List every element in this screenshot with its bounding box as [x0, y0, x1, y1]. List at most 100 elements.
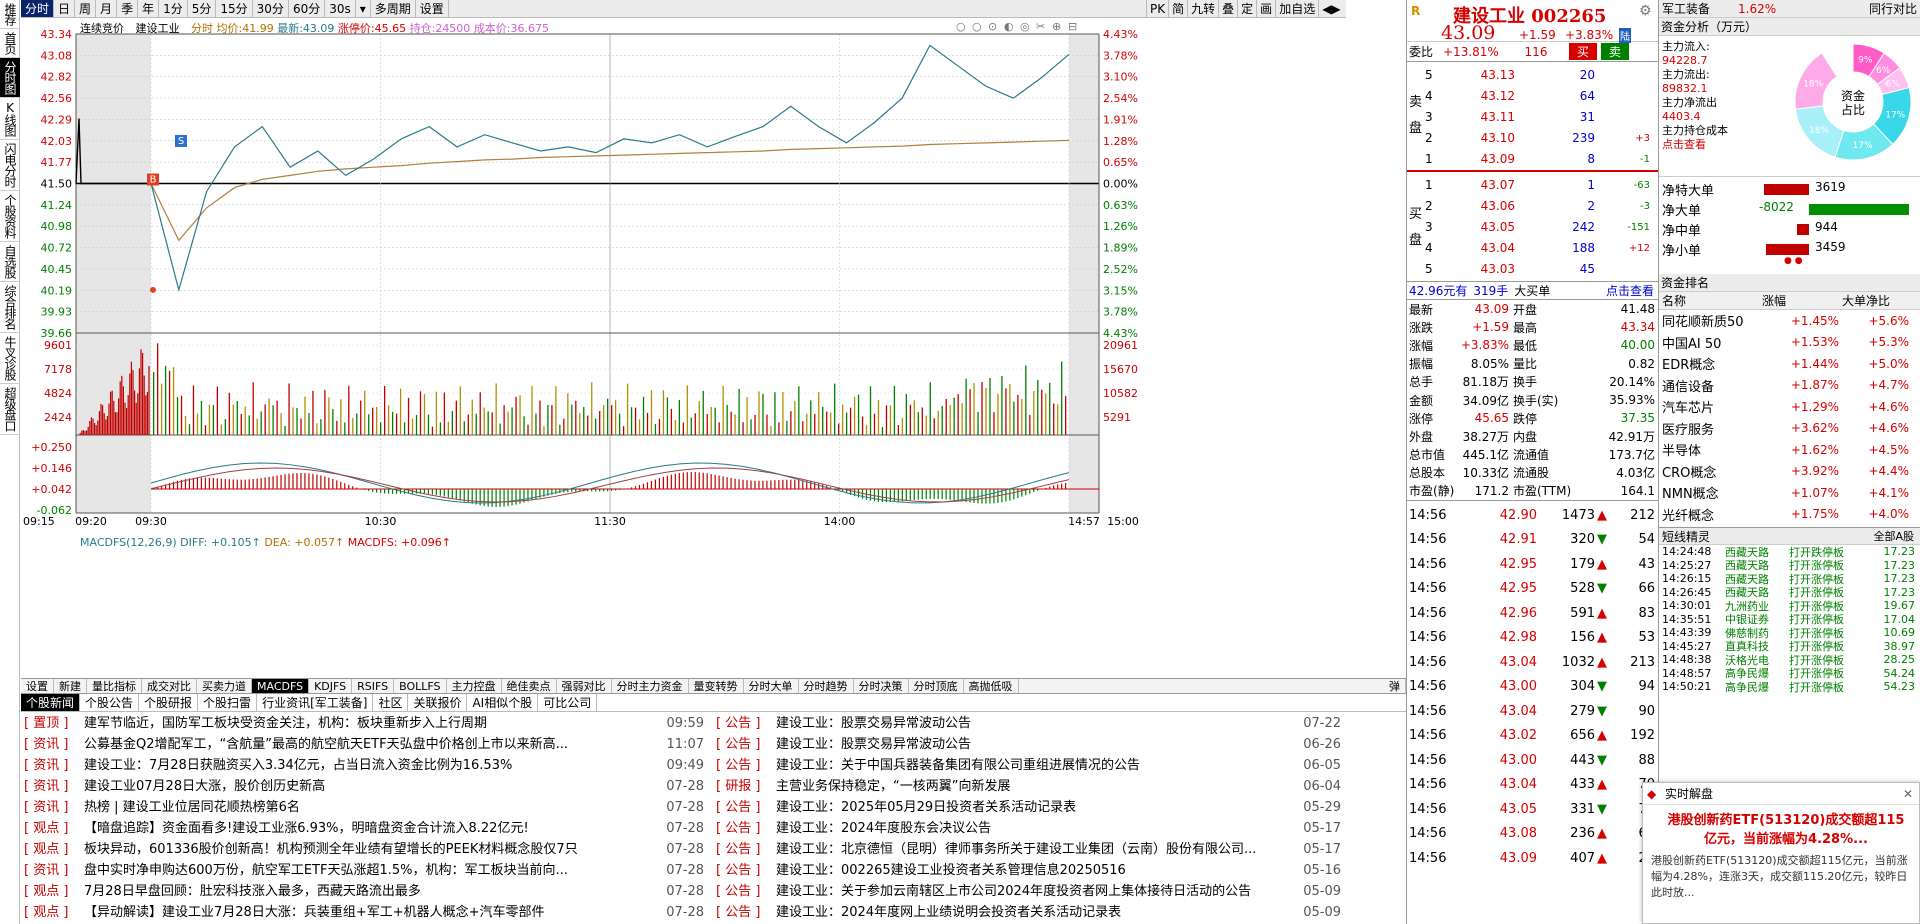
book-row[interactable]: 1 43.09 8 -1: [1425, 150, 1657, 168]
period-tab[interactable]: 30分: [253, 0, 289, 17]
indicator-tab[interactable]: 设置: [21, 679, 54, 693]
chart-tool-icon[interactable]: ◐: [1004, 20, 1014, 33]
left-nav-item[interactable]: 推荐: [0, 0, 20, 29]
tool-button[interactable]: ◀▶: [1318, 0, 1343, 17]
news-title[interactable]: 盘中实时净申购达600万份，航空军工ETF天弘涨超1.5%，机构：军工板块当前向…: [84, 860, 654, 881]
indicator-tab[interactable]: 高抛低吸: [964, 679, 1019, 693]
left-nav-item[interactable]: K线图: [0, 98, 20, 140]
news-title[interactable]: 板块异动，601336股价创新高！机构预测全年业绩有望增长的PEEK材料概念股仅…: [84, 839, 654, 860]
indicator-tab[interactable]: 分时趋势: [799, 679, 854, 693]
chart-tool-icon[interactable]: ○: [956, 20, 966, 33]
period-tab[interactable]: 月: [96, 0, 118, 17]
book-row[interactable]: 4 43.12 64: [1425, 87, 1657, 105]
period-tab[interactable]: 年: [138, 0, 160, 17]
news-title[interactable]: 建设工业：2025年05月29日投资者关系活动记录表: [776, 797, 1291, 818]
indicator-tab[interactable]: 强弱对比: [557, 679, 612, 693]
period-tab[interactable]: 分时: [21, 0, 55, 17]
chart-tool-icon[interactable]: ✂: [1036, 20, 1045, 33]
left-nav-item[interactable]: 闪电分时: [0, 140, 20, 191]
indicator-tab[interactable]: 买卖力道: [197, 679, 252, 693]
left-nav-item[interactable]: 超级盘口: [0, 384, 20, 435]
period-tab[interactable]: 30s: [325, 0, 356, 17]
concept-row[interactable]: NMN概念 +1.07% +4.1%: [1659, 482, 1920, 504]
concept-header-cell[interactable]: 涨幅: [1759, 292, 1839, 309]
book-row[interactable]: 3 43.11 31: [1425, 108, 1657, 126]
indicator-tab[interactable]: KDJFS: [309, 679, 353, 693]
close-icon[interactable]: ✕: [1903, 783, 1913, 805]
left-nav-item[interactable]: 首页: [0, 29, 20, 58]
news-tab[interactable]: 个股研报: [139, 694, 199, 711]
news-title[interactable]: 建设工业07月28日大涨，股价创历史新高: [84, 776, 654, 797]
period-tab[interactable]: 15分: [216, 0, 253, 17]
period-tab[interactable]: 日: [54, 0, 76, 17]
chart-tool-icon[interactable]: ◎: [1020, 20, 1030, 33]
news-item[interactable]: [ 公告 ] 建设工业：2024年度股东会决议公告 05-17: [716, 818, 1341, 839]
news-title[interactable]: 建设工业：股票交易异常波动公告: [776, 734, 1291, 755]
popup-headline[interactable]: 港股创新药ETF(513120)成交额超115亿元，当前涨幅为4.28%...: [1643, 805, 1919, 851]
news-item[interactable]: [ 公告 ] 建设工业：2025年05月29日投资者关系活动记录表 05-29: [716, 797, 1341, 818]
book-row[interactable]: 3 43.05 242 -151: [1425, 218, 1657, 236]
indicator-tab[interactable]: 分时决策: [854, 679, 909, 693]
news-item[interactable]: [ 观点 ] 7月28日早盘回顾：肚宏科技涨入最多，西藏天路流出最多 07-28: [24, 881, 704, 902]
news-item[interactable]: [ 公告 ] 建设工业：关于参加云南辖区上市公司2024年度投资者网上集体接待日活…: [716, 881, 1341, 902]
news-title[interactable]: 建设工业：7月28日获融资买入3.34亿元，占当日流入资金比例为16.53%: [84, 755, 654, 776]
left-nav-item[interactable]: 个股资料: [0, 191, 20, 242]
indicator-tab[interactable]: 绝佳卖点: [502, 679, 557, 693]
chart-area[interactable]: 43.34 4.43% 43.08 3.78% 42.82 3.10% 42.56 2.54%…: [21, 18, 1349, 678]
indicator-tab[interactable]: 主力控盘: [447, 679, 502, 693]
book-row[interactable]: 4 43.04 188 +12: [1425, 239, 1657, 257]
indicator-tab[interactable]: RSIFS: [352, 679, 395, 693]
news-title[interactable]: 公募基金Q2增配军工，“含航量”最高的航空航天ETF天弘盘中价格创上市以来新高.…: [84, 734, 654, 755]
news-title[interactable]: 建设工业：002265建设工业投资者关系管理信息20250516: [776, 860, 1291, 881]
concept-row[interactable]: 汽车芯片 +1.29% +4.6%: [1659, 396, 1920, 418]
news-tab[interactable]: 社区: [373, 694, 409, 711]
period-tab[interactable]: 1分: [159, 0, 188, 17]
news-title[interactable]: 主营业务保持稳定，“一核两翼”向新发展: [776, 776, 1291, 797]
news-title[interactable]: 建设工业：关于中国兵器装备集团有限公司重组进展情况的公告: [776, 755, 1291, 776]
concept-row[interactable]: CRO概念 +3.92% +4.4%: [1659, 461, 1920, 483]
concept-header-cell[interactable]: 名称: [1659, 292, 1759, 309]
news-title[interactable]: 热榜 | 建设工业位居同花顺热榜第6名: [84, 797, 654, 818]
chart-tool-icon[interactable]: ⊟: [1068, 20, 1077, 33]
elf-filter[interactable]: 全部A股: [1873, 528, 1914, 544]
news-item[interactable]: [ 观点 ] 【暗盘追踪】资金面看多!建设工业涨6.93%，明暗盘资金合计流入8.…: [24, 818, 704, 839]
indicator-tab[interactable]: 分时大单: [744, 679, 799, 693]
news-item[interactable]: [ 公告 ] 建设工业：股票交易异常波动公告 07-22: [716, 713, 1341, 734]
indicator-tab[interactable]: BOLLFS: [394, 679, 447, 693]
concept-row[interactable]: 半导体 +1.62% +4.5%: [1659, 439, 1920, 461]
tool-button[interactable]: 叠: [1218, 0, 1237, 17]
news-tab[interactable]: 个股新闻: [21, 694, 81, 711]
news-title[interactable]: 建军节临近，国防军工板块受资金关注，机构：板块重新步入上行周期: [84, 713, 654, 734]
indicator-tab[interactable]: 分时顶底: [909, 679, 964, 693]
period-tab[interactable]: 周: [75, 0, 97, 17]
chart-tool-icon[interactable]: ○: [972, 20, 982, 33]
tool-button[interactable]: PK: [1146, 0, 1168, 17]
news-item[interactable]: [ 公告 ] 建设工业：北京德恒（昆明）律师事务所关于建设工业集团（云南）股份有限…: [716, 839, 1341, 860]
news-item[interactable]: [ 观点 ] 板块异动，601336股价创新高！机构预测全年业绩有望增长的PEEK…: [24, 839, 704, 860]
book-row[interactable]: 5 43.13 20: [1425, 66, 1657, 84]
news-title[interactable]: 【暗盘追踪】资金面看多!建设工业涨6.93%，明暗盘资金合计流入8.22亿元!: [84, 818, 654, 839]
tool-button[interactable]: 加自选: [1275, 0, 1318, 17]
fund-link[interactable]: 点击查看: [1662, 138, 1772, 152]
big-buy-link[interactable]: 点击查看: [1606, 282, 1654, 299]
peers-link[interactable]: 同行对比: [1869, 0, 1917, 17]
concept-row[interactable]: 通信设备 +1.87% +4.7%: [1659, 375, 1920, 397]
news-title[interactable]: 建设工业：北京德恒（昆明）律师事务所关于建设工业集团（云南）股份有限公司...: [776, 839, 1291, 860]
news-title[interactable]: 【异动解读】建设工业7月28日大涨：兵装重组+军工+机器人概念+汽车零部件: [84, 902, 654, 923]
tool-button[interactable]: 画: [1256, 0, 1275, 17]
popup-toggle[interactable]: 弹: [1384, 679, 1406, 693]
news-tab[interactable]: 个股扫雷: [198, 694, 258, 711]
indicator-tab[interactable]: 成交对比: [142, 679, 197, 693]
news-item[interactable]: [ 公告 ] 建设工业：2024年度网上业绩说明会投资者关系活动记录表 05-09: [716, 902, 1341, 923]
left-nav-item[interactable]: 牛叉诊股: [0, 333, 20, 384]
news-title[interactable]: 建设工业：2024年度股东会决议公告: [776, 818, 1291, 839]
news-tab[interactable]: 行业资讯[军工装备]: [257, 694, 374, 711]
concept-row[interactable]: EDR概念 +1.44% +5.0%: [1659, 353, 1920, 375]
news-item[interactable]: [ 公告 ] 建设工业：股票交易异常波动公告 06-26: [716, 734, 1341, 755]
period-tab[interactable]: 多周期: [371, 0, 416, 17]
gear-icon[interactable]: ⚙: [1639, 3, 1652, 19]
news-item[interactable]: [ 公告 ] 建设工业：002265建设工业投资者关系管理信息20250516 05…: [716, 860, 1341, 881]
left-nav-item[interactable]: 综合排名: [0, 282, 20, 333]
news-item[interactable]: [ 公告 ] 建设工业：关于中国兵器装备集团有限公司重组进展情况的公告 06-05: [716, 755, 1341, 776]
intraday-chart[interactable]: 43.34 4.43% 43.08 3.78% 42.82 3.10% 42.56 2.54%…: [21, 18, 1146, 678]
